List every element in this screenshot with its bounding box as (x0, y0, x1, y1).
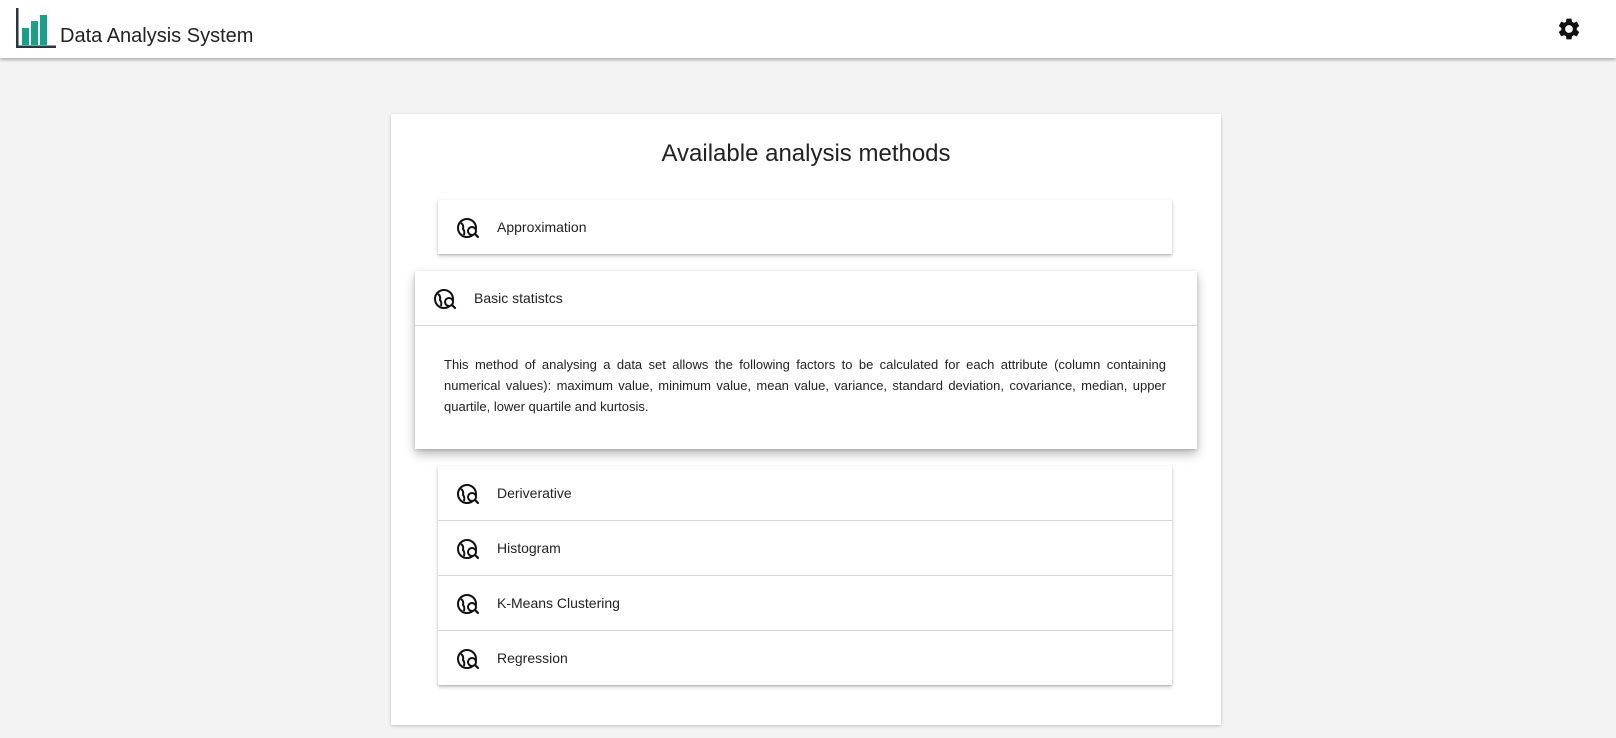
method-label: Approximation (497, 219, 587, 235)
method-panel-basic-statistics: Basic statistcs This method of analysing… (415, 271, 1197, 449)
travel-explore-icon (457, 539, 480, 560)
method-label: Basic statistcs (474, 290, 563, 306)
bar-chart-logo-icon (16, 8, 56, 48)
gear-icon[interactable] (1556, 16, 1582, 42)
method-header-regression[interactable]: Regression (438, 631, 1172, 685)
method-header-deriverative[interactable]: Deriverative (438, 466, 1172, 521)
method-label: Deriverative (497, 485, 572, 501)
method-header-histogram[interactable]: Histogram (438, 521, 1172, 576)
travel-explore-icon (434, 289, 457, 310)
method-header-approximation[interactable]: Approximation (438, 200, 1172, 254)
method-description: This method of analysing a data set allo… (444, 357, 1166, 414)
travel-explore-icon (457, 649, 480, 670)
method-label: Histogram (497, 540, 561, 556)
travel-explore-icon (457, 594, 480, 615)
app-title: Data Analysis System (60, 25, 254, 47)
top-app-bar: Data Analysis System (0, 0, 1616, 58)
method-header-basic-statistics[interactable]: Basic statistcs (415, 271, 1197, 326)
method-label: K-Means Clustering (497, 595, 620, 611)
page-title: Available analysis methods (661, 140, 951, 167)
travel-explore-icon (457, 218, 480, 239)
method-header-k-means-clustering[interactable]: K-Means Clustering (438, 576, 1172, 631)
travel-explore-icon (457, 484, 480, 505)
method-panel-group: Deriverative Histogram K-Means Clusterin… (438, 466, 1172, 685)
method-label: Regression (497, 650, 568, 666)
brand-home-link[interactable]: Data Analysis System (16, 6, 253, 48)
method-panel-approximation: Approximation (438, 200, 1172, 254)
